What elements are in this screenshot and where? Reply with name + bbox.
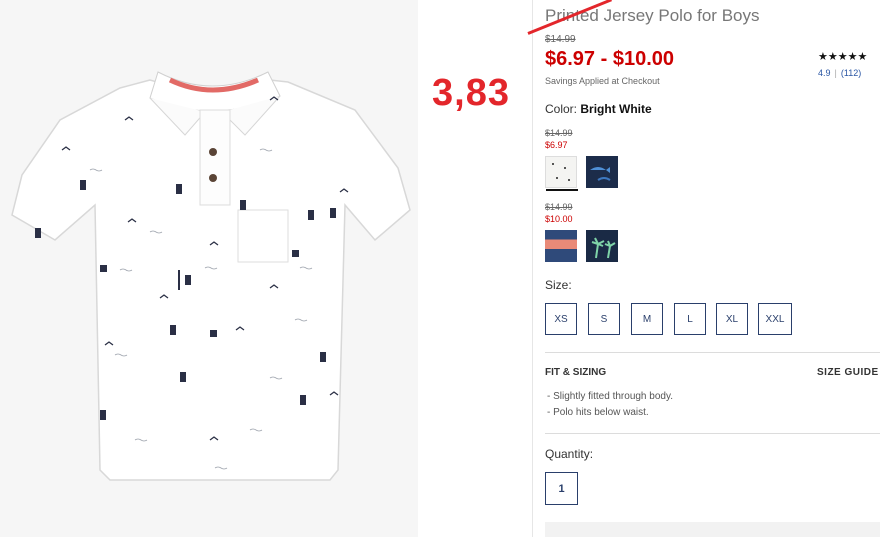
swatch-navy-shark[interactable] (586, 156, 618, 188)
swatch-navy-palm-pattern (591, 237, 616, 259)
size-guide-link[interactable]: SIZE GUIDE (817, 367, 879, 378)
swatch-white-print[interactable] (545, 156, 578, 191)
product-title: Printed Jersey Polo for Boys (545, 6, 760, 25)
quantity-select[interactable]: 1 (545, 472, 578, 505)
size-option-s[interactable]: S (588, 303, 620, 335)
size-option-xs[interactable]: XS (545, 303, 577, 335)
review-count-link[interactable]: (112) (841, 68, 861, 78)
swatch-navy-shark-pattern (590, 167, 611, 181)
size-option-m[interactable]: M (631, 303, 663, 335)
original-price: $14.99 (545, 34, 576, 45)
rating-value: 4.9 (818, 68, 831, 78)
quantity-label: Quantity: (545, 447, 594, 461)
swatch-stripe-coral-navy[interactable] (545, 230, 577, 262)
size-option-xxl[interactable]: XXL (758, 303, 792, 335)
savings-note: Savings Applied at Checkout (545, 76, 660, 86)
swatch-white-print-pattern (552, 163, 570, 181)
fit-detail-item: - Slightly fitted through body. (547, 391, 673, 402)
divider (545, 352, 880, 353)
size-option-xl[interactable]: XL (716, 303, 748, 335)
size-option-l[interactable]: L (674, 303, 706, 335)
rating-stars-icon[interactable]: ★★★★★ (818, 50, 867, 63)
swatch-navy-palm[interactable] (586, 230, 618, 262)
rating-separator: | (834, 68, 837, 78)
color-group-1-original-price: $14.99 (545, 128, 573, 138)
selected-color-name: Bright White (580, 102, 652, 116)
rating-summary[interactable]: 4.9 | (112) (818, 68, 861, 78)
handwritten-price-annotation: 3,83 (432, 72, 510, 114)
size-label: Size: (545, 278, 572, 292)
divider (545, 433, 880, 434)
color-group-1-sale-price: $6.97 (545, 140, 568, 150)
color-group-2-sale-price: $10.00 (545, 214, 573, 224)
color-group-2-original-price: $14.99 (545, 202, 573, 212)
color-label-text: Color: (545, 102, 578, 116)
panel-divider (532, 0, 533, 537)
color-label: Color: Bright White (545, 102, 652, 116)
product-image-panel (0, 0, 418, 537)
add-to-bag-section (545, 522, 880, 537)
product-image[interactable] (0, 0, 418, 537)
sale-price: $6.97 - $10.00 (545, 48, 674, 70)
fit-sizing-title: FIT & SIZING (545, 367, 607, 378)
fit-detail-item: - Polo hits below waist. (547, 407, 649, 418)
